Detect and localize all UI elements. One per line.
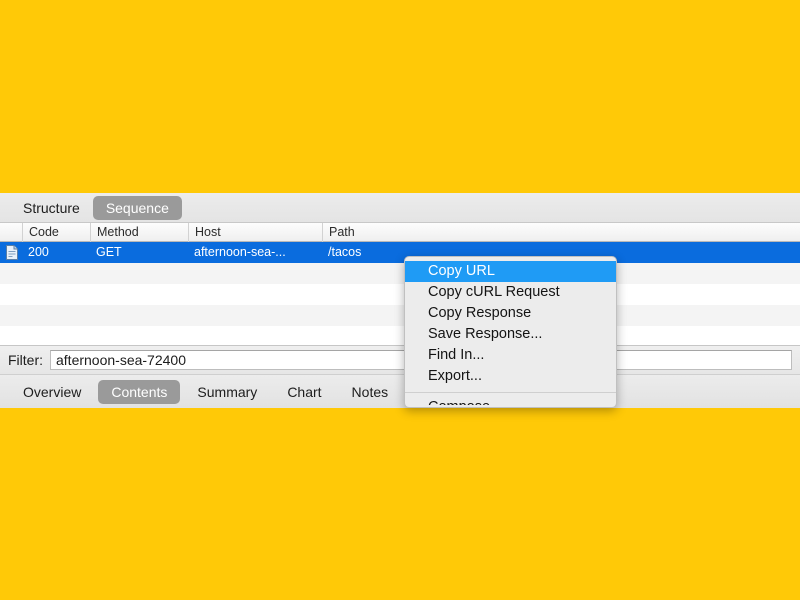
menu-item-export[interactable]: Export... [405, 366, 616, 387]
cell-code: 200 [28, 245, 49, 259]
column-header-code[interactable]: Code [22, 223, 90, 242]
table-row-empty[interactable] [0, 305, 800, 326]
column-header-host[interactable]: Host [188, 223, 322, 242]
tab-notes[interactable]: Notes [339, 380, 402, 404]
menu-item-copy-response[interactable]: Copy Response [405, 303, 616, 324]
table-row-empty[interactable] [0, 284, 800, 305]
app-panel: Structure Sequence Code Method Host Path… [0, 193, 800, 408]
column-header-method[interactable]: Method [90, 223, 188, 242]
context-menu: Copy URL Copy cURL Request Copy Response… [404, 256, 617, 408]
structure-sequence-toggle: Structure Sequence [0, 193, 800, 222]
table-row[interactable]: 200 GET afternoon-sea-... /tacos [0, 242, 800, 263]
document-icon [6, 245, 18, 260]
column-header-path[interactable]: Path [322, 223, 800, 242]
menu-item-save-response[interactable]: Save Response... [405, 324, 616, 345]
filter-bar: Filter: [0, 345, 800, 374]
cell-method: GET [96, 245, 122, 259]
menu-item-copy-curl-request[interactable]: Copy cURL Request [405, 282, 616, 303]
tab-chart[interactable]: Chart [274, 380, 334, 404]
menu-item-find-in[interactable]: Find In... [405, 345, 616, 366]
table-row-empty[interactable] [0, 263, 800, 284]
segment-structure[interactable]: Structure [10, 196, 93, 220]
bottom-tab-bar: Overview Contents Summary Chart Notes [0, 374, 800, 408]
tab-contents[interactable]: Contents [98, 379, 181, 404]
table-row-empty[interactable] [0, 326, 800, 347]
tab-overview[interactable]: Overview [10, 380, 94, 404]
cell-host: afternoon-sea-... [194, 245, 286, 259]
segment-sequence[interactable]: Sequence [92, 195, 182, 220]
tab-summary[interactable]: Summary [184, 380, 270, 404]
menu-item-copy-url[interactable]: Copy URL [405, 261, 616, 282]
menu-separator [405, 392, 616, 393]
table-header: Code Method Host Path [0, 222, 800, 242]
filter-label: Filter: [8, 352, 43, 368]
menu-item-clipped[interactable]: Compose [405, 397, 616, 405]
